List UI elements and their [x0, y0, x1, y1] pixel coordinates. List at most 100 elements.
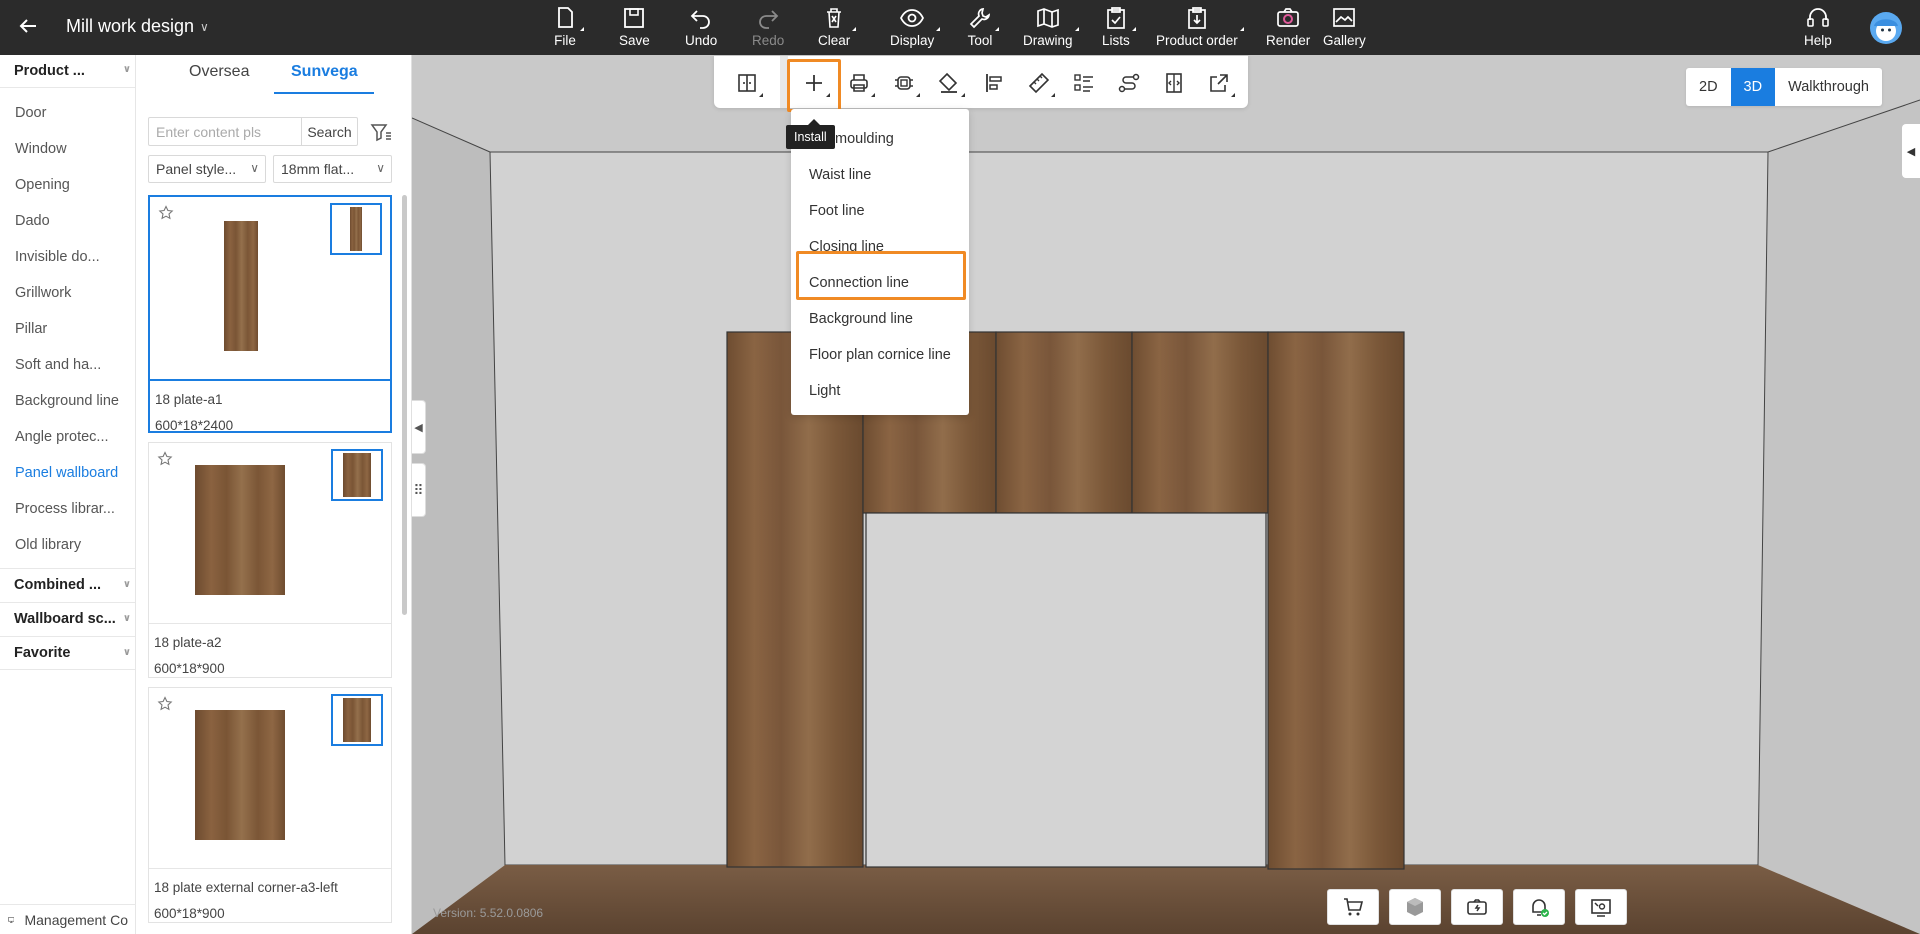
collapse-panel-handle[interactable]: ◀ [412, 400, 426, 454]
category-item-background-line[interactable]: Background line [0, 384, 135, 420]
tool-button[interactable]: Tool [967, 5, 999, 51]
save-button[interactable]: Save [619, 5, 650, 51]
3d-viewport[interactable] [412, 55, 1920, 934]
category-item-opening[interactable]: Opening [0, 168, 135, 204]
category-item-grillwork[interactable]: Grillwork [0, 276, 135, 312]
product-thumbnail [195, 465, 285, 595]
menu-item-light[interactable]: Light [791, 373, 969, 409]
notifications-button[interactable] [1513, 889, 1565, 925]
material-brush-button[interactable] [935, 69, 965, 97]
wall-panel[interactable] [1267, 331, 1405, 870]
panel-style-select[interactable]: Panel style... ∨ [148, 155, 266, 183]
help-button[interactable]: Help [1804, 5, 1832, 51]
category-group-combined[interactable]: Combined ... ∨ [0, 568, 135, 602]
product-order-button[interactable]: Product order [1156, 5, 1244, 51]
avatar-face-icon [1874, 19, 1898, 41]
tab-sunvega[interactable]: Sunvega [291, 63, 358, 81]
right-panel-expand-handle[interactable]: ◀ [1902, 124, 1920, 178]
category-item-soft-and-hard[interactable]: Soft and ha... [0, 348, 135, 384]
file-icon [558, 7, 573, 28]
material-swatch[interactable] [331, 694, 383, 746]
management-console-link[interactable]: Management Co [0, 904, 136, 934]
source-tabs: Oversea Sunvega [136, 63, 411, 94]
render-settings-button[interactable] [1575, 889, 1627, 925]
category-item-angle-protector[interactable]: Angle protec... [0, 420, 135, 456]
menu-item-closing-line[interactable]: Closing line [791, 229, 969, 265]
print-tool-button[interactable] [845, 69, 875, 97]
wall-panel[interactable] [995, 331, 1133, 514]
menu-item-waist-line[interactable]: Waist line [791, 157, 969, 193]
back-arrow-icon[interactable] [14, 12, 42, 40]
view-2d-button[interactable]: 2D [1686, 68, 1731, 106]
category-item-panel-wallboard[interactable]: Panel wallboard [0, 456, 135, 492]
category-group-wallboard-scheme[interactable]: Wallboard sc... ∨ [0, 602, 135, 636]
drawing-button[interactable]: Drawing [1023, 5, 1079, 51]
snapshot-button[interactable] [1451, 889, 1503, 925]
lists-label: Lists [1102, 33, 1130, 48]
category-item-old-library[interactable]: Old library [0, 528, 135, 564]
product-list-scrollbar[interactable] [402, 195, 407, 615]
redo-button[interactable]: Redo [752, 5, 784, 51]
user-avatar[interactable] [1870, 12, 1902, 44]
measure-button[interactable] [1025, 69, 1055, 97]
category-group-label: Favorite [14, 645, 71, 661]
product-card[interactable]: 18 plate-a1 600*18*2400 [148, 195, 392, 433]
menu-item-connection-line[interactable]: Connection line [791, 265, 969, 301]
clear-button[interactable]: Clear [818, 5, 857, 51]
split-tool-button[interactable] [1160, 69, 1188, 97]
product-card[interactable]: 18 plate external corner-a3-left 600*18*… [148, 687, 392, 923]
undo-button[interactable]: Undo [685, 5, 717, 51]
category-item-dado[interactable]: Dado [0, 204, 135, 240]
material-swatch[interactable] [331, 449, 383, 501]
lists-button[interactable]: Lists [1102, 5, 1136, 51]
render-button[interactable]: Render [1266, 5, 1310, 51]
menu-item-floor-plan-cornice-line[interactable]: Floor plan cornice line [791, 337, 969, 373]
product-thumbnail [224, 221, 258, 351]
search-input[interactable] [149, 118, 301, 145]
category-item-process-library[interactable]: Process librar... [0, 492, 135, 528]
category-group-favorite[interactable]: Favorite ∨ [0, 636, 135, 670]
drag-handle[interactable]: ⠿ [412, 463, 426, 517]
door-tool-button[interactable] [733, 69, 763, 97]
room-scene [412, 55, 1920, 934]
model-button[interactable] [1389, 889, 1441, 925]
category-item-window[interactable]: Window [0, 132, 135, 168]
favorite-star-icon[interactable] [158, 205, 174, 221]
product-info: 18 plate external corner-a3-left 600*18*… [149, 868, 391, 933]
favorite-star-icon[interactable] [157, 696, 173, 712]
route-icon [1118, 73, 1140, 93]
menu-item-background-line[interactable]: Background line [791, 301, 969, 337]
display-button[interactable]: Display [890, 5, 941, 51]
menu-item-foot-line[interactable]: Foot line [791, 193, 969, 229]
align-button[interactable] [980, 69, 1008, 97]
design-subtoolbar [714, 56, 1248, 108]
cart-button[interactable] [1327, 889, 1379, 925]
export-button[interactable] [1205, 69, 1235, 97]
favorite-star-icon[interactable] [157, 451, 173, 467]
chevron-down-icon: ∨ [122, 647, 131, 658]
file-button[interactable]: File [552, 5, 584, 51]
list-view-button[interactable] [1070, 69, 1098, 97]
filter-icon[interactable] [370, 121, 392, 143]
tab-oversea[interactable]: Oversea [189, 63, 249, 81]
category-item-pillar[interactable]: Pillar [0, 312, 135, 348]
product-thumbnail [195, 710, 285, 840]
wall-panel[interactable] [1131, 331, 1269, 514]
category-item-door[interactable]: Door [0, 96, 135, 132]
project-title-dropdown[interactable]: Mill work design ∨ [66, 16, 209, 37]
chip-tool-button[interactable] [890, 69, 920, 97]
save-icon [624, 8, 645, 28]
category-item-invisible-door[interactable]: Invisible do... [0, 240, 135, 276]
material-swatch[interactable] [330, 203, 382, 255]
gallery-button[interactable]: Gallery [1323, 5, 1366, 51]
thickness-select[interactable]: 18mm flat... ∨ [273, 155, 392, 183]
install-button[interactable] [800, 69, 830, 97]
category-header-product[interactable]: Product ... ∨ [0, 55, 135, 88]
clear-label: Clear [818, 33, 851, 48]
category-group-label: Wallboard sc... [14, 611, 116, 627]
path-tool-button[interactable] [1115, 69, 1143, 97]
product-card[interactable]: 18 plate-a2 600*18*900 [148, 442, 392, 678]
view-3d-button[interactable]: 3D [1730, 68, 1776, 106]
view-walkthrough-button[interactable]: Walkthrough [1775, 68, 1882, 106]
search-button[interactable]: Search [301, 118, 357, 145]
